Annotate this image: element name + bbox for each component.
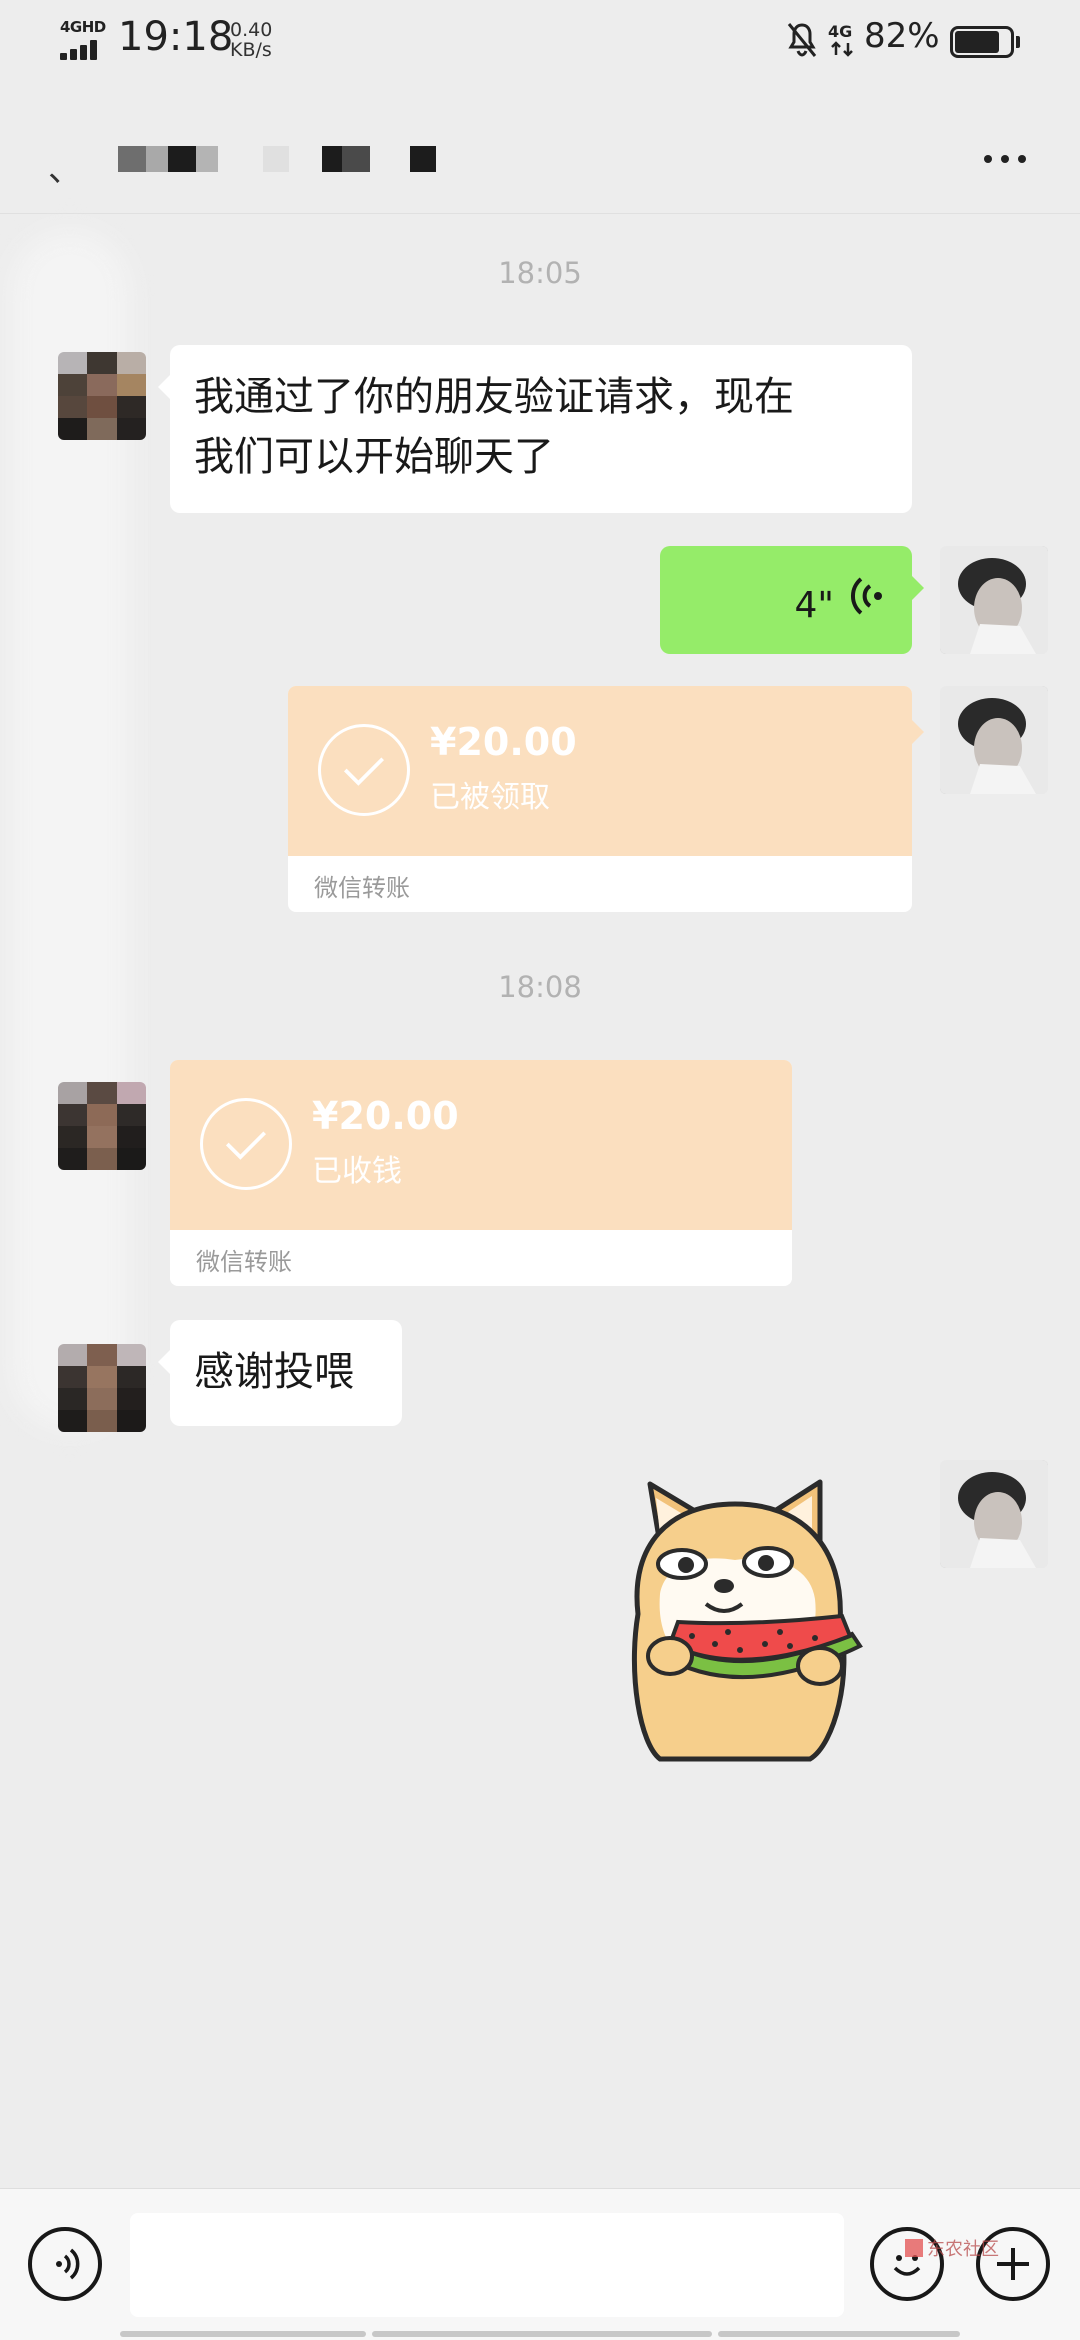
contact-name-obscured: [118, 146, 478, 172]
voice-wave-icon: [850, 577, 882, 615]
my-avatar[interactable]: [940, 1460, 1048, 1568]
shiba-sticker[interactable]: [620, 1474, 880, 1764]
message-text: 我通过了你的朋友验证请求，现在 我们可以开始聊天了: [194, 374, 794, 480]
battery-icon: [950, 26, 1020, 58]
my-avatar[interactable]: [940, 546, 1048, 654]
my-avatar[interactable]: [940, 686, 1048, 794]
transfer-status: 已收钱: [312, 1154, 402, 1189]
transfer-status: 已被领取: [430, 780, 550, 815]
transfer-amount: ¥20.00: [312, 1094, 459, 1138]
transfer-card[interactable]: 微信转账 ¥20.00 已收钱: [170, 1060, 792, 1286]
back-mark[interactable]: 、: [48, 142, 82, 191]
signal-icon: 4GHD: [58, 18, 110, 60]
voice-input-icon[interactable]: [28, 2227, 102, 2301]
message-bubble[interactable]: 我通过了你的朋友验证请求，现在 我们可以开始聊天了: [158, 345, 912, 513]
contact-avatar[interactable]: [58, 1344, 146, 1432]
chat-header: 、: [0, 84, 1080, 214]
transfer-label: 微信转账: [196, 1248, 292, 1276]
network-speed: 0.40 KB/s: [230, 20, 290, 60]
mobile-tag: 4G: [828, 22, 853, 41]
input-bar: 东农社区: [0, 2188, 1080, 2340]
nav-indicator: [120, 2331, 366, 2337]
mobile-data-indicator: 4G: [828, 22, 858, 60]
speed-unit: KB/s: [230, 39, 272, 61]
contact-avatar[interactable]: [58, 1082, 146, 1170]
message-input[interactable]: [130, 2213, 844, 2317]
message-text: 感谢投喂: [194, 1349, 354, 1395]
svg-text:东农社区: 东农社区: [927, 2239, 999, 2260]
data-arrows-icon: [831, 41, 853, 57]
voice-message-bubble[interactable]: 4": [660, 546, 924, 654]
battery-fill: [955, 31, 999, 53]
contact-avatar[interactable]: [58, 352, 146, 440]
message-bubble[interactable]: 感谢投喂: [158, 1320, 402, 1426]
more-dots-icon[interactable]: [960, 134, 1050, 184]
check-circle-icon: [318, 724, 410, 816]
transfer-card[interactable]: 微信转账 ¥20.00 已被领取: [288, 686, 924, 912]
nav-indicator: [718, 2331, 960, 2337]
transfer-label: 微信转账: [314, 874, 410, 902]
transfer-amount: ¥20.00: [430, 720, 577, 764]
mute-bell-icon: [786, 20, 818, 60]
voice-duration: 4": [794, 585, 834, 626]
speed-value: 0.40: [230, 19, 273, 41]
clock: 19:18: [118, 14, 234, 60]
status-bar: 4GHD 19:18 0.40 KB/s 4G 82%: [0, 0, 1080, 84]
battery-percent: 82%: [864, 16, 940, 56]
nav-indicator: [372, 2331, 712, 2337]
network-tag: 4GHD: [60, 18, 106, 36]
check-circle-icon: [200, 1098, 292, 1190]
watermark-logo: 东农社区: [905, 2225, 1035, 2285]
timestamp: 18:05: [498, 256, 582, 290]
timestamp: 18:08: [498, 970, 582, 1004]
